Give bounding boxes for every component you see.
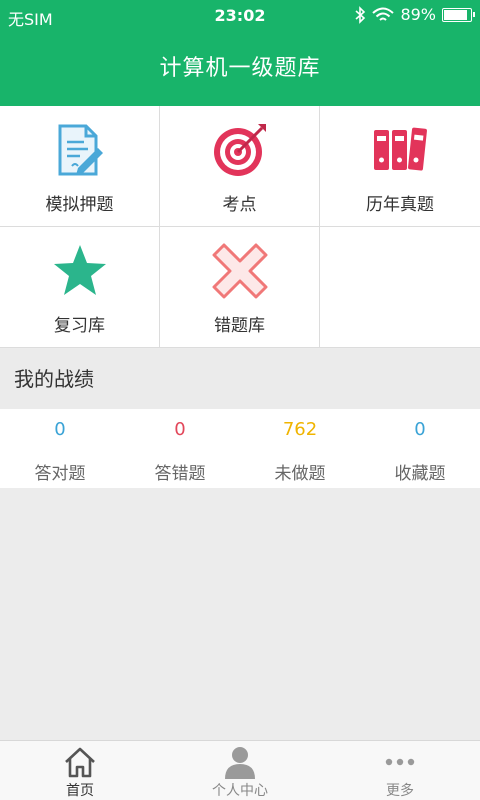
grid-item-key-points[interactable]: 考点 <box>160 106 320 227</box>
more-dots-icon <box>385 758 415 766</box>
section-title: 我的战绩 <box>0 349 480 409</box>
stat-label: 未做题 <box>274 464 326 484</box>
status-right: 89% <box>354 5 475 24</box>
grid-item-label: 错题库 <box>214 316 265 336</box>
stat-label: 收藏题 <box>394 464 446 484</box>
tab-bar: 首页 个人中心 更多 <box>0 740 480 800</box>
stat-value: 0 <box>54 419 66 440</box>
target-icon <box>214 124 266 176</box>
grid-item-label: 模拟押题 <box>45 195 114 215</box>
tab-more[interactable]: 更多 <box>320 741 480 800</box>
stat-label: 答错题 <box>154 464 206 484</box>
grid-item-label: 历年真题 <box>366 195 434 215</box>
stat-wrong[interactable]: 0 答错题 <box>120 409 240 488</box>
tab-label: 更多 <box>386 783 414 799</box>
stat-correct[interactable]: 0 答对题 <box>0 409 120 488</box>
app-header: 计算机一级题库 <box>0 32 480 106</box>
stat-label: 答对题 <box>34 464 86 484</box>
tab-home[interactable]: 首页 <box>0 741 160 800</box>
tab-label: 首页 <box>66 783 94 799</box>
feature-grid: 模拟押题 考点 历年真题 复习库 错题库 <box>0 106 480 348</box>
grid-item-review[interactable]: 复习库 <box>0 227 160 348</box>
home-icon <box>65 747 95 778</box>
binders-icon <box>374 127 427 171</box>
battery-icon <box>442 7 475 22</box>
stat-value: 0 <box>174 419 186 440</box>
stat-favorites[interactable]: 0 收藏题 <box>360 409 480 488</box>
tab-label: 个人中心 <box>212 783 268 799</box>
cross-icon <box>212 243 268 299</box>
document-edit-icon <box>58 124 103 176</box>
grid-item-wrong-questions[interactable]: 错题库 <box>160 227 320 348</box>
battery-fill <box>444 9 467 20</box>
tab-profile[interactable]: 个人中心 <box>160 741 320 800</box>
page-title: 计算机一级题库 <box>159 56 321 81</box>
stat-value: 762 <box>282 419 318 440</box>
stat-unanswered[interactable]: 762 未做题 <box>240 409 360 488</box>
grid-item-mock-exam[interactable]: 模拟押题 <box>0 106 160 227</box>
star-icon <box>54 245 106 295</box>
content-filler <box>0 488 480 740</box>
stats-row: 0 答对题 0 答错题 762 未做题 0 收藏题 <box>0 409 480 488</box>
grid-item-past-exams[interactable]: 历年真题 <box>320 106 480 227</box>
bluetooth-icon <box>355 5 366 24</box>
status-bar: 无SIM 23:02 89% <box>0 0 480 32</box>
grid-item-label: 考点 <box>222 195 257 215</box>
stat-value: 0 <box>414 419 426 440</box>
grid-item-label: 复习库 <box>54 316 105 336</box>
wifi-icon <box>372 7 395 21</box>
battery-percent: 89% <box>400 5 436 24</box>
grid-empty-cell <box>320 227 480 348</box>
user-icon <box>225 747 255 779</box>
